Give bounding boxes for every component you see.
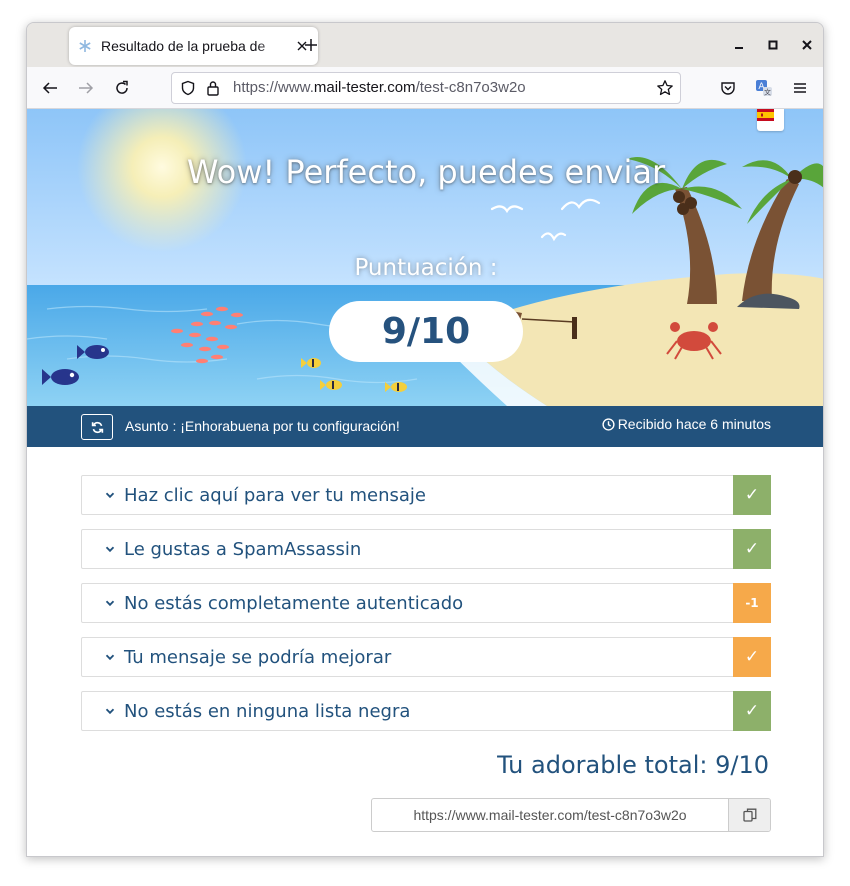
chevron-down-icon: [102, 706, 118, 716]
tab-strip: Resultado de la prueba de: [27, 23, 823, 67]
tab-title: Resultado de la prueba de: [101, 38, 266, 54]
hero-title: Wow! Perfecto, puedes enviar: [186, 153, 666, 191]
minimize-button[interactable]: [729, 35, 749, 55]
clock-icon: [602, 417, 615, 431]
panel-blacklists[interactable]: No estás en ninguna lista negra ✓: [81, 691, 771, 731]
share-link-group: https://www.mail-tester.com/test-c8n7o3w…: [371, 798, 771, 832]
status-badge: ✓: [733, 691, 771, 731]
browser-window: Resultado de la prueba de https://www.ma…: [26, 22, 824, 857]
panel-title: Le gustas a SpamAssassin: [124, 538, 362, 560]
copy-button[interactable]: [728, 799, 770, 831]
url-bar[interactable]: https://www.mail-tester.com/test-c8n7o3w…: [171, 72, 681, 104]
svg-text:文: 文: [764, 88, 771, 97]
subject-bar: Asunto : ¡Enhorabuena por tu configuraci…: [27, 406, 823, 447]
panel-title: No estás completamente autenticado: [124, 592, 464, 614]
panel-title: Tu mensaje se podría mejorar: [124, 646, 392, 668]
result-panels: Haz clic aquí para ver tu mensaje ✓ Le g…: [81, 475, 771, 745]
score-value: 9/10: [329, 301, 523, 362]
close-window-button[interactable]: [797, 35, 817, 55]
navigation-toolbar: https://www.mail-tester.com/test-c8n7o3w…: [27, 67, 823, 109]
url-path: /test-c8n7o3w2o: [415, 79, 526, 96]
maximize-button[interactable]: [763, 35, 783, 55]
browser-tab[interactable]: Resultado de la prueba de: [69, 27, 318, 65]
panel-title: No estás en ninguna lista negra: [124, 700, 411, 722]
status-badge: ✓: [733, 529, 771, 569]
panel-authentication[interactable]: No estás completamente autenticado -1: [81, 583, 771, 623]
lock-icon[interactable]: [206, 80, 220, 100]
refresh-icon: [91, 421, 103, 433]
chevron-down-icon: [102, 598, 118, 608]
chevron-down-icon: [102, 490, 118, 500]
panel-view-message[interactable]: Haz clic aquí para ver tu mensaje ✓: [81, 475, 771, 515]
page-content: Wow! Perfecto, puedes enviar Puntuación …: [27, 109, 823, 856]
share-link-field[interactable]: https://www.mail-tester.com/test-c8n7o3w…: [372, 799, 728, 831]
spanish-flag-icon[interactable]: [757, 109, 784, 131]
tracking-shield-icon[interactable]: [180, 80, 196, 100]
hamburger-menu-icon[interactable]: [787, 75, 813, 101]
tab-favicon-icon: [77, 38, 93, 54]
bookmark-star-icon[interactable]: [656, 79, 674, 101]
received-time: Recibido hace 6 minutos: [602, 416, 771, 432]
url-host: mail-tester.com: [313, 79, 416, 96]
chevron-down-icon: [102, 652, 118, 662]
panel-message-improvement[interactable]: Tu mensaje se podría mejorar ✓: [81, 637, 771, 677]
status-badge: -1: [733, 583, 771, 623]
email-subject: Asunto : ¡Enhorabuena por tu configuraci…: [125, 418, 400, 434]
status-badge: ✓: [733, 637, 771, 677]
new-tab-button[interactable]: [301, 35, 321, 55]
total-score: Tu adorable total: 9/10: [497, 751, 769, 779]
copy-icon: [742, 808, 756, 822]
panel-title: Haz clic aquí para ver tu mensaje: [124, 484, 426, 506]
url-text[interactable]: https://www.mail-tester.com/test-c8n7o3w…: [233, 79, 526, 96]
url-prefix: https://www.: [233, 79, 314, 96]
hero-banner: Wow! Perfecto, puedes enviar Puntuación …: [27, 109, 823, 406]
pocket-icon[interactable]: [715, 75, 741, 101]
status-badge: ✓: [733, 475, 771, 515]
reload-button[interactable]: [109, 75, 135, 101]
received-text: Recibido hace 6 minutos: [617, 416, 771, 432]
forward-button[interactable]: [73, 75, 99, 101]
back-button[interactable]: [37, 75, 63, 101]
panel-spamassassin[interactable]: Le gustas a SpamAssassin ✓: [81, 529, 771, 569]
chevron-down-icon: [102, 544, 118, 554]
score-label: Puntuación :: [354, 255, 498, 281]
translate-extension-icon[interactable]: A文: [751, 75, 777, 101]
refresh-button[interactable]: [81, 414, 113, 440]
